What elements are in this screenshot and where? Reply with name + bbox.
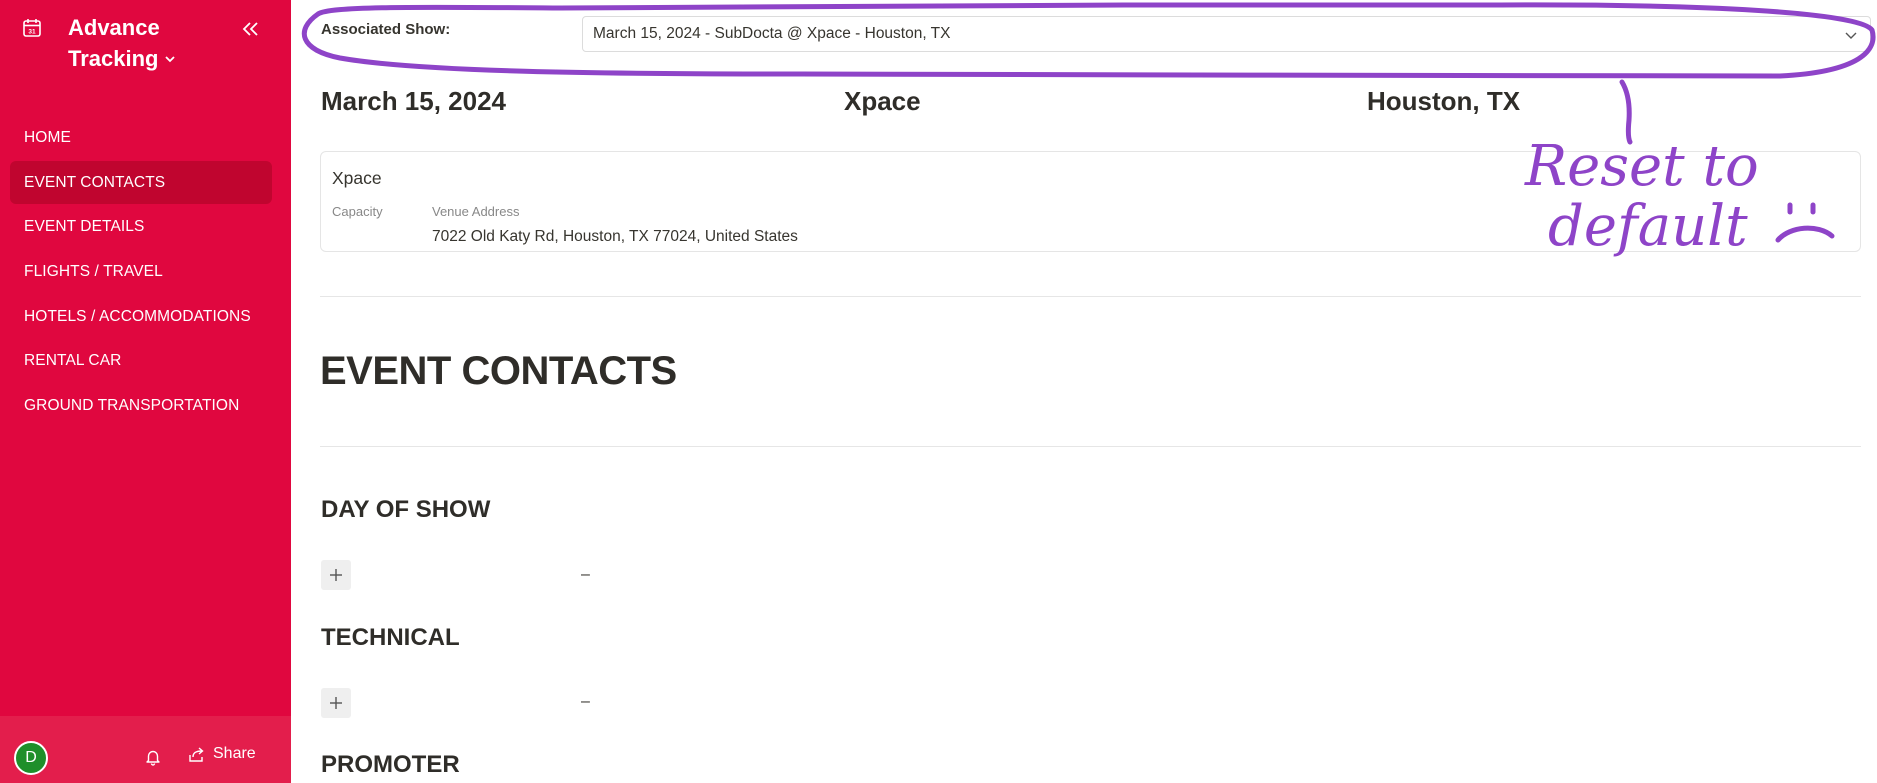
venue-address: 7022 Old Katy Rd, Houston, TX 77024, Uni… <box>432 228 798 245</box>
plus-icon <box>330 697 342 709</box>
collapse-sidebar-icon[interactable] <box>240 18 260 40</box>
avatar[interactable]: D <box>14 741 48 775</box>
workspace-title[interactable]: Advance Tracking <box>68 12 208 76</box>
chevron-down-icon <box>164 45 176 76</box>
technical-value: – <box>581 693 590 710</box>
svg-text:31: 31 <box>28 29 36 36</box>
plus-icon <box>330 569 342 581</box>
bell-icon[interactable] <box>144 748 162 766</box>
associated-show-value: March 15, 2024 - SubDocta @ Xpace - Hous… <box>593 25 951 42</box>
share-label: Share <box>213 745 256 762</box>
divider <box>320 446 1861 447</box>
workspace-title-line1: Advance <box>68 15 160 40</box>
sidebar-item-rental-car[interactable]: RENTAL CAR <box>10 339 272 382</box>
chevron-down-icon <box>1845 32 1857 39</box>
capacity-label: Capacity <box>332 204 383 219</box>
sidebar-item-event-details[interactable]: EVENT DETAILS <box>10 205 272 248</box>
subsection-technical-title: TECHNICAL <box>321 624 460 651</box>
main-content: Associated Show: March 15, 2024 - SubDoc… <box>291 0 1877 783</box>
day-of-show-value: – <box>581 566 590 583</box>
share-button[interactable]: Share <box>188 745 256 763</box>
sidebar-item-hotels[interactable]: HOTELS / ACCOMMODATIONS <box>10 295 272 338</box>
show-date: March 15, 2024 <box>321 86 507 116</box>
share-icon <box>189 746 204 762</box>
show-venue: Xpace <box>844 86 921 116</box>
associated-show-label: Associated Show: <box>321 21 451 38</box>
associated-show-select[interactable]: March 15, 2024 - SubDocta @ Xpace - Hous… <box>582 16 1871 52</box>
app-header: 31 Advance Tracking <box>0 0 291 80</box>
venue-name: Xpace <box>332 168 382 188</box>
show-city: Houston, TX <box>1367 86 1521 116</box>
sidebar-nav: HOME EVENT CONTACTS EVENT DETAILS FLIGHT… <box>10 116 272 429</box>
sidebar: 31 Advance Tracking HOME EVENT CONTACTS … <box>0 0 291 783</box>
workspace-title-line2: Tracking <box>68 46 159 71</box>
divider <box>320 296 1861 297</box>
sidebar-item-event-contacts[interactable]: EVENT CONTACTS <box>10 160 272 204</box>
venue-card[interactable]: Xpace Capacity Venue Address 7022 Old Ka… <box>320 151 1861 252</box>
add-technical-contact-button[interactable] <box>321 688 351 718</box>
sidebar-item-home[interactable]: HOME <box>10 116 272 159</box>
sidebar-item-ground-transportation[interactable]: GROUND TRANSPORTATION <box>10 384 272 427</box>
calendar-icon: 31 <box>23 19 41 37</box>
add-day-of-show-contact-button[interactable] <box>321 560 351 590</box>
sidebar-item-flights-travel[interactable]: FLIGHTS / TRAVEL <box>10 250 272 293</box>
subsection-day-of-show-title: DAY OF SHOW <box>321 496 491 523</box>
subsection-promoter-title: PROMOTER <box>321 751 460 778</box>
page-title: EVENT CONTACTS <box>320 349 677 393</box>
venue-address-label: Venue Address <box>432 204 520 219</box>
